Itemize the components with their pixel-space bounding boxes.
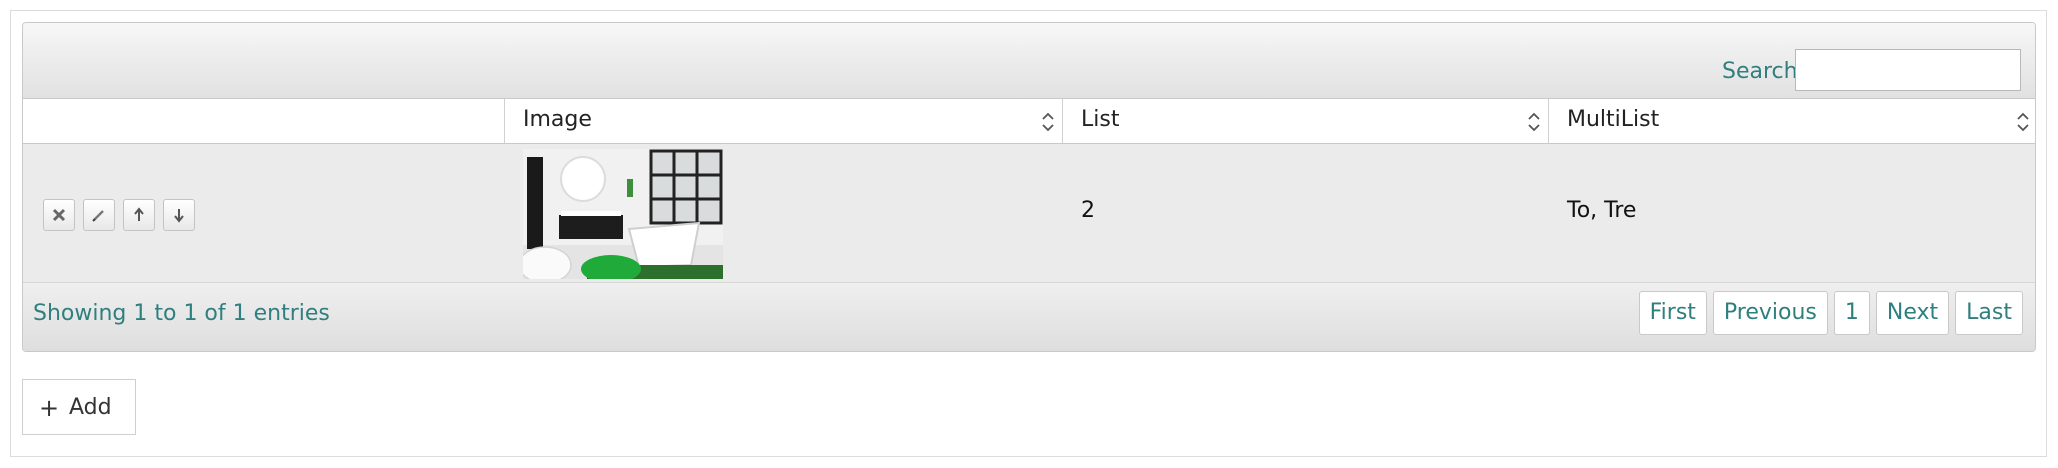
list-cell: 2 — [1063, 144, 1549, 282]
multilist-value: To, Tre — [1567, 198, 1637, 223]
previous-page-button[interactable]: Previous — [1712, 291, 1828, 335]
table-header: Image List MultiList — [23, 99, 2035, 144]
sort-icon — [1528, 112, 1540, 132]
delete-icon — [52, 208, 66, 222]
edit-button[interactable] — [83, 199, 115, 231]
table-row: 2 To, Tre — [23, 144, 2035, 283]
next-page-button[interactable]: Next — [1875, 291, 1950, 335]
search-input[interactable] — [1795, 49, 2021, 91]
move-up-button[interactable] — [123, 199, 155, 231]
search-label: Search: — [1722, 59, 1805, 84]
row-actions-cell — [23, 144, 505, 282]
column-header-label: MultiList — [1567, 107, 1660, 132]
data-grid: Search: Image List MultiList 2 To, Tre S… — [22, 22, 2036, 352]
column-header-label: Image — [523, 107, 592, 132]
pagination: First Previous 1 Next Last — [1638, 291, 2023, 335]
arrow-up-icon — [134, 207, 144, 221]
delete-button[interactable] — [43, 199, 75, 231]
sort-icon — [2017, 112, 2029, 132]
plus-icon: + — [39, 394, 60, 422]
bathroom-thumbnail[interactable] — [523, 149, 723, 279]
entries-info: Showing 1 to 1 of 1 entries — [33, 301, 330, 326]
column-header-image[interactable]: Image — [505, 99, 1063, 143]
add-button-label: Add — [69, 395, 112, 420]
column-header-actions — [23, 99, 505, 143]
arrow-down-icon — [174, 209, 184, 223]
editor-panel: Search: Image List MultiList 2 To, Tre S… — [10, 10, 2047, 457]
column-header-multilist[interactable]: MultiList — [1549, 99, 2035, 143]
sort-icon — [1042, 112, 1054, 132]
multilist-cell: To, Tre — [1549, 144, 2035, 282]
add-button[interactable]: + Add — [22, 379, 136, 435]
grid-toolbar: Search: — [23, 23, 2035, 99]
column-header-label: List — [1081, 107, 1120, 132]
first-page-button[interactable]: First — [1638, 291, 1707, 335]
move-down-button[interactable] — [163, 199, 195, 231]
page-1-button[interactable]: 1 — [1833, 291, 1870, 335]
grid-footer: Showing 1 to 1 of 1 entries First Previo… — [23, 283, 2035, 351]
column-header-list[interactable]: List — [1063, 99, 1549, 143]
last-page-button[interactable]: Last — [1955, 291, 2023, 335]
bathroom-image — [523, 149, 723, 279]
image-cell — [505, 144, 1063, 282]
edit-icon — [92, 210, 104, 222]
list-value: 2 — [1081, 198, 1095, 223]
